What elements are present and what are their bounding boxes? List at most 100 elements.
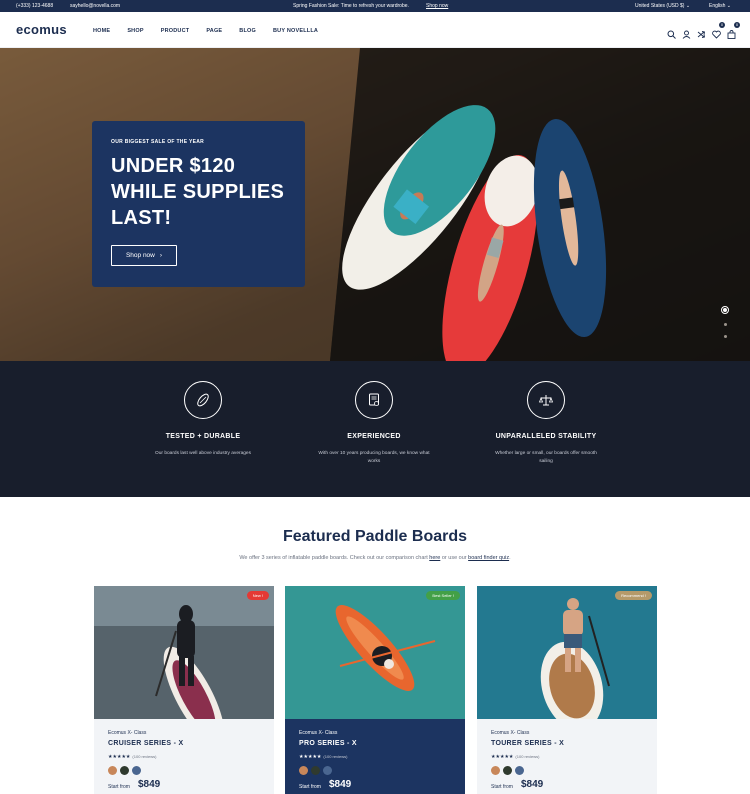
- swatch-blue[interactable]: [132, 766, 141, 775]
- shop-now-label: Shop now: [125, 252, 155, 259]
- product-rating: ★★★★★ (100 reviews): [108, 754, 156, 760]
- hero-title-line-1: UNDER $120: [111, 155, 236, 177]
- slide-dot-2[interactable]: [723, 323, 727, 326]
- section-title: Featured Paddle Boards: [282, 528, 468, 545]
- product-class: Ecomus X- Class: [299, 730, 338, 736]
- product-name[interactable]: TOURER SERIES - X: [491, 740, 564, 747]
- hero-title-line-2: WHILE SUPPLIES: [111, 181, 285, 203]
- features-band: TESTED + DURABLE Our boards last well ab…: [0, 361, 750, 497]
- board-finder-quiz-link[interactable]: board finder quiz: [468, 555, 509, 561]
- cart-icon[interactable]: 0: [727, 22, 740, 39]
- price-label: Start from: [491, 784, 513, 790]
- email-address: sayhello@novella.com: [70, 3, 121, 9]
- announcement-bar: (+333) 123-4688 sayhello@novella.com Spr…: [0, 0, 750, 12]
- product-card-pro[interactable]: Best Seller ! Ecomus X- Class PRO SERIES…: [285, 586, 465, 794]
- hero-eyebrow: OUR BIGGEST SALE OF THE YEAR: [111, 139, 205, 145]
- stars-icon: ★★★★★: [108, 754, 131, 760]
- nav-home[interactable]: HOME: [93, 28, 110, 34]
- swatch-tan[interactable]: [108, 766, 117, 775]
- subtitle-text: We offer 3 series of inflatable paddle b…: [239, 555, 428, 561]
- color-swatches: [491, 766, 524, 775]
- feature-title: UNPARALLELED STABILITY: [495, 433, 597, 440]
- feature-text: With over 10 years producing boards, we …: [318, 451, 430, 464]
- main-nav: HOME SHOP PRODUCT PAGE BLOG BUY NOVELLLA: [93, 28, 335, 34]
- swatch-blue[interactable]: [515, 766, 524, 775]
- comparison-chart-link[interactable]: here: [429, 555, 440, 561]
- certificate-icon: [355, 381, 393, 419]
- product-card-cruiser[interactable]: New ! Ecomus X- Class CRUISER SERIES - X…: [94, 586, 274, 794]
- feature-title: EXPERIENCED: [347, 433, 401, 440]
- section-subtitle: We offer 3 series of inflatable paddle b…: [0, 555, 750, 561]
- currency-selector[interactable]: United States (USD $) ⌄: [635, 3, 690, 9]
- product-name[interactable]: PRO SERIES - X: [299, 740, 357, 747]
- slider-dots: [720, 306, 730, 347]
- nav-page[interactable]: PAGE: [206, 28, 222, 34]
- product-class: Ecomus X- Class: [108, 730, 147, 736]
- board-icon: [184, 381, 222, 419]
- product-image[interactable]: [477, 586, 657, 719]
- heart-icon[interactable]: 0: [712, 22, 725, 39]
- product-class: Ecomus X- Class: [491, 730, 530, 736]
- product-image[interactable]: [285, 586, 465, 719]
- swatch-tan[interactable]: [299, 766, 308, 775]
- nav-product[interactable]: PRODUCT: [161, 28, 190, 34]
- phone-number: (+333) 123-4688: [16, 3, 54, 9]
- hero-title-line-3: LAST!: [111, 207, 172, 229]
- user-icon[interactable]: [682, 26, 691, 39]
- site-header: ecomus HOME SHOP PRODUCT PAGE BLOG BUY N…: [0, 12, 750, 48]
- product-name[interactable]: CRUISER SERIES - X: [108, 740, 183, 747]
- product-price: $849: [521, 779, 544, 790]
- review-count: (100 reviews): [323, 754, 348, 759]
- search-icon[interactable]: [667, 26, 676, 39]
- shop-now-button[interactable]: Shop now ›: [111, 245, 177, 266]
- product-tag: Best Seller !: [426, 591, 460, 600]
- hero-title: UNDER $120 WHILE SUPPLIES LAST!: [111, 153, 286, 231]
- feature-text: Our boards last well above industry aver…: [155, 451, 251, 456]
- promo-text: Spring Fashion Sale: Time to refresh you…: [293, 3, 409, 9]
- slide-dot-1[interactable]: [721, 306, 729, 314]
- stars-icon: ★★★★★: [299, 754, 322, 760]
- subtitle-end: .: [509, 555, 511, 561]
- stars-icon: ★★★★★: [491, 754, 514, 760]
- wishlist-count: 0: [719, 22, 725, 28]
- logo[interactable]: ecomus: [16, 22, 67, 37]
- nav-blog[interactable]: BLOG: [239, 28, 256, 34]
- color-swatches: [299, 766, 332, 775]
- language-label: English: [709, 3, 726, 9]
- swatch-blue[interactable]: [323, 766, 332, 775]
- product-image[interactable]: [94, 586, 274, 719]
- header-icons: 0 0: [667, 22, 740, 39]
- currency-label: United States (USD $): [635, 3, 685, 9]
- product-price: $849: [329, 779, 352, 790]
- product-rating: ★★★★★ (100 reviews): [491, 754, 539, 760]
- promo-link[interactable]: Shop now: [426, 3, 448, 9]
- swatch-dark-green[interactable]: [120, 766, 129, 775]
- nav-shop[interactable]: SHOP: [127, 28, 143, 34]
- price-label: Start from: [108, 784, 130, 790]
- hero-banner: OUR BIGGEST SALE OF THE YEAR UNDER $120 …: [0, 48, 750, 361]
- review-count: (100 reviews): [132, 754, 157, 759]
- swatch-tan[interactable]: [491, 766, 500, 775]
- nav-buy-novellla[interactable]: BUY NOVELLLA: [273, 28, 318, 34]
- swatch-dark-green[interactable]: [311, 766, 320, 775]
- product-tag: New !: [246, 591, 269, 600]
- product-tag: Recommend !: [615, 591, 652, 600]
- product-rating: ★★★★★ (100 reviews): [299, 754, 347, 760]
- balance-icon: [527, 381, 565, 419]
- language-selector[interactable]: English ⌄: [709, 3, 731, 9]
- product-card-tourer[interactable]: Recommend ! Ecomus X- Class TOURER SERIE…: [477, 586, 657, 794]
- slide-dot-3[interactable]: [723, 335, 727, 338]
- subtitle-text-mid: or use our: [441, 555, 467, 561]
- review-count: (100 reviews): [515, 754, 540, 759]
- swatch-dark-green[interactable]: [503, 766, 512, 775]
- feature-title: TESTED + DURABLE: [165, 433, 241, 440]
- feature-tested-durable: TESTED + DURABLE Our boards last well ab…: [128, 381, 278, 458]
- compare-icon[interactable]: [697, 26, 706, 38]
- chevron-right-icon: ›: [159, 252, 163, 259]
- price-label: Start from: [299, 784, 321, 790]
- product-price: $849: [138, 779, 161, 790]
- color-swatches: [108, 766, 141, 775]
- feature-text: Whether large or small, our boards offer…: [495, 451, 597, 464]
- hero-promo-card: OUR BIGGEST SALE OF THE YEAR UNDER $120 …: [92, 121, 305, 287]
- feature-experienced: EXPERIENCED With over 10 years producing…: [299, 381, 449, 466]
